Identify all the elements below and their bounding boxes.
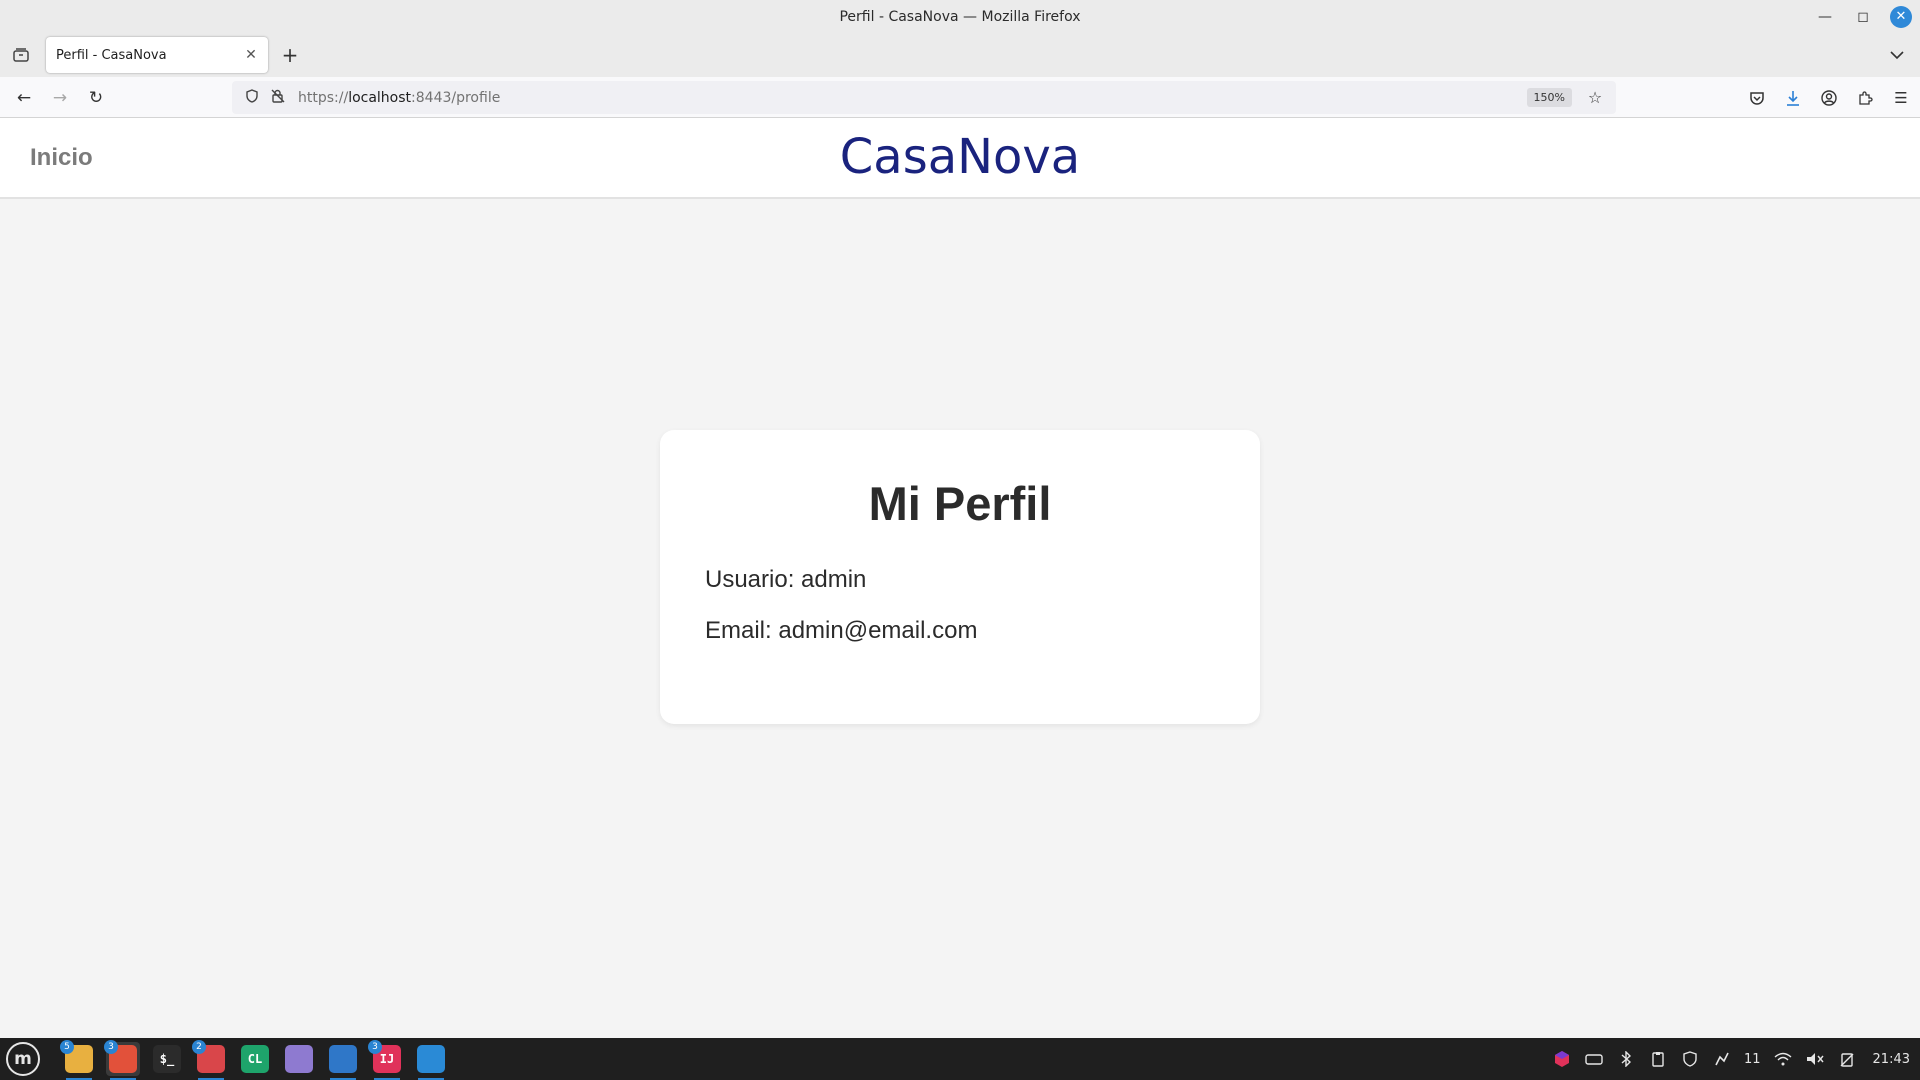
hamburger-menu-icon[interactable]: ☰ (1888, 85, 1914, 111)
security-shield-icon[interactable] (1680, 1049, 1700, 1069)
taskbar-app-terminal[interactable]: $_ (150, 1042, 184, 1076)
back-button[interactable]: ← (11, 85, 37, 111)
window-count-badge: 5 (60, 1040, 74, 1054)
system-tray: 11 21:43 (1552, 1038, 1910, 1080)
extensions-icon[interactable] (1852, 85, 1878, 111)
profile-username: Usuario: admin (705, 566, 867, 593)
zoom-level-badge[interactable]: 150% (1526, 88, 1572, 107)
maximize-button[interactable]: ◻ (1852, 6, 1874, 28)
reload-button[interactable]: ↻ (83, 85, 109, 111)
url-host: localhost (348, 89, 412, 106)
taskbar-app-hypnotix[interactable]: 2 (192, 1040, 228, 1080)
site-brand: CasaNova (839, 129, 1081, 185)
window-title: Perfil - CasaNova — Mozilla Firefox (839, 8, 1081, 25)
forward-button[interactable]: → (47, 85, 73, 111)
volume-muted-icon[interactable] (1805, 1049, 1825, 1069)
tab-perfil[interactable]: Perfil - CasaNova ✕ (46, 37, 268, 73)
terminal-icon: $_ (153, 1045, 181, 1073)
taskbar-app-intellij[interactable]: IJ 3 (368, 1040, 404, 1080)
taskbar: m 5 3 $_ 2 CL IJ 3 11 21:43 (0, 1038, 1920, 1080)
clipboard-icon[interactable] (1648, 1049, 1668, 1069)
profile-card: Mi Perfil Usuario: admin Email: admin@em… (660, 430, 1260, 724)
app-indicator-icon[interactable] (1552, 1049, 1572, 1069)
url-bar[interactable]: https://localhost:8443/profile 150% ☆ (232, 81, 1616, 114)
navigation-toolbar: ← → ↻ https://localhost:8443/profile 150… (0, 77, 1920, 118)
bookmark-star-icon[interactable]: ☆ (1584, 88, 1606, 107)
taskbar-app-writer[interactable] (326, 1042, 360, 1080)
window-count-badge: 3 (104, 1040, 118, 1054)
tab-close-icon[interactable]: ✕ (240, 44, 262, 66)
list-all-tabs-icon[interactable] (1886, 44, 1908, 66)
pocket-icon[interactable] (1744, 85, 1770, 111)
new-tab-button[interactable]: + (279, 43, 301, 67)
downloads-icon[interactable] (1780, 85, 1806, 111)
url-path: :8443/profile (411, 89, 501, 106)
clion-icon: CL (241, 1045, 269, 1073)
taskbar-app-files[interactable]: 5 (60, 1040, 96, 1080)
vscode-icon (417, 1045, 445, 1073)
window-titlebar: Perfil - CasaNova — Mozilla Firefox — ◻ … (0, 0, 1920, 33)
notifications-icon[interactable] (1712, 1049, 1732, 1069)
notification-count: 11 (1743, 1051, 1761, 1067)
drive-icon[interactable] (1584, 1049, 1604, 1069)
profile-email: Email: admin@email.com (705, 617, 978, 644)
power-icon[interactable] (1837, 1049, 1857, 1069)
writer-icon (329, 1045, 357, 1073)
tab-list-icon[interactable] (11, 45, 31, 65)
window-count-badge: 3 (368, 1040, 382, 1054)
taskbar-app-text-editor[interactable] (282, 1042, 316, 1076)
taskbar-app-vscode[interactable] (414, 1042, 448, 1080)
page-content: Inicio CasaNova Mi Perfil Usuario: admin… (0, 118, 1920, 1038)
lock-warning-icon[interactable] (268, 89, 288, 107)
window-controls: — ◻ ✕ (1814, 0, 1912, 33)
site-header: Inicio CasaNova (0, 118, 1920, 199)
profile-title: Mi Perfil (868, 477, 1052, 530)
url-scheme: https:// (298, 89, 349, 106)
text-editor-icon (285, 1045, 313, 1073)
window-count-badge: 2 (192, 1040, 206, 1054)
tab-label: Perfil - CasaNova (56, 47, 167, 63)
minimize-button[interactable]: — (1814, 6, 1836, 28)
start-menu-icon[interactable]: m (6, 1042, 40, 1076)
close-window-button[interactable]: ✕ (1890, 5, 1912, 28)
toolbar-right: ☰ (1744, 85, 1914, 111)
tracking-protection-shield-icon[interactable] (242, 88, 262, 107)
taskbar-app-clion[interactable]: CL (238, 1042, 272, 1076)
wifi-icon[interactable] (1773, 1049, 1793, 1069)
tab-strip: Perfil - CasaNova ✕ + (0, 33, 1920, 77)
clock[interactable]: 21:43 (1873, 1052, 1910, 1067)
taskbar-app-firefox[interactable]: 3 (104, 1040, 140, 1080)
account-icon[interactable] (1816, 85, 1842, 111)
bluetooth-icon[interactable] (1616, 1049, 1636, 1069)
url-text[interactable]: https://localhost:8443/profile (298, 90, 1527, 106)
